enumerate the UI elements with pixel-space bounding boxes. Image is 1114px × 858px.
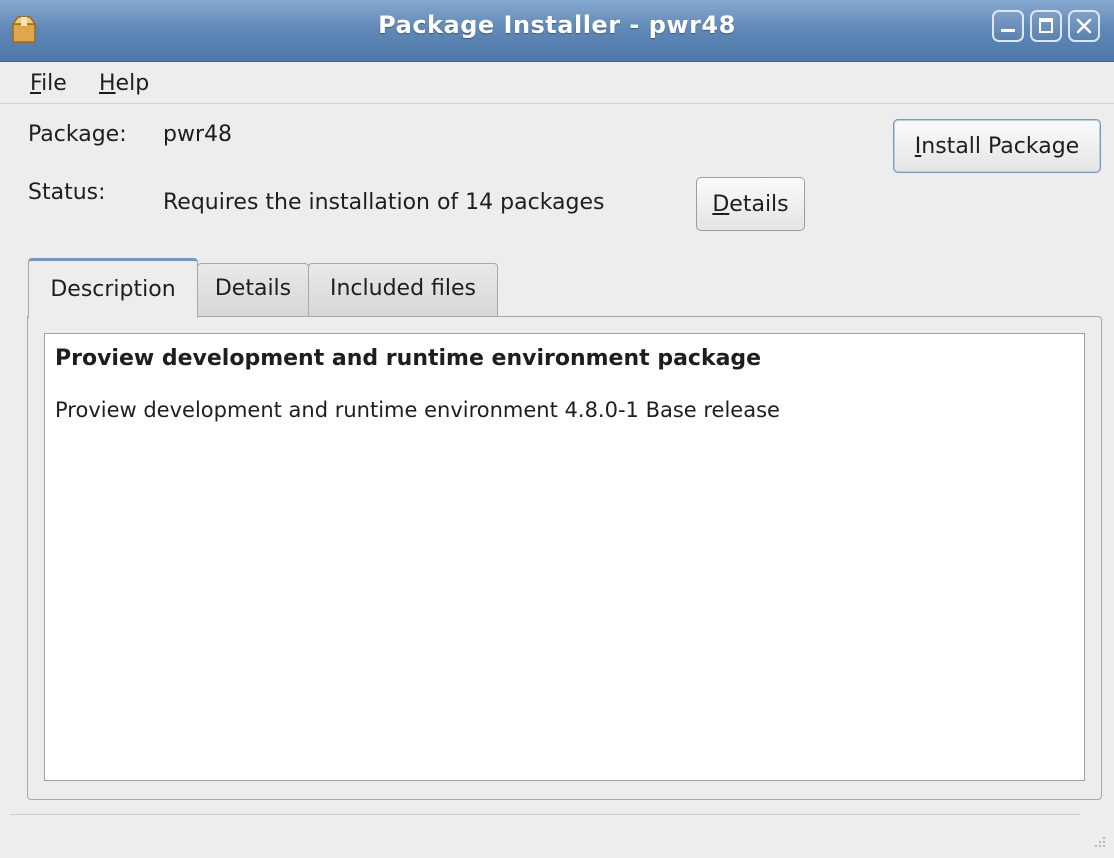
package-label: Package: xyxy=(28,122,127,147)
resize-grip-icon[interactable] xyxy=(1088,830,1108,850)
install-label: nstall Package xyxy=(921,133,1080,159)
title-bar[interactable]: Package Installer - pwr48 xyxy=(0,0,1114,62)
window-title: Package Installer - pwr48 xyxy=(378,11,736,39)
details-label: etails xyxy=(729,191,789,217)
menu-help[interactable]: Help xyxy=(97,67,151,100)
menu-file-mnemonic: F xyxy=(30,71,42,96)
status-label: Status: xyxy=(28,180,106,205)
close-button[interactable] xyxy=(1068,10,1100,42)
details-button[interactable]: Details xyxy=(696,177,805,231)
menu-file[interactable]: File xyxy=(28,67,69,100)
description-textview[interactable]: Proview development and runtime environm… xyxy=(44,333,1085,781)
statusbar-separator xyxy=(10,814,1080,815)
maximize-button[interactable] xyxy=(1030,10,1062,42)
menu-file-label: ile xyxy=(41,71,67,96)
maximize-icon xyxy=(1039,18,1053,33)
description-title: Proview development and runtime environm… xyxy=(55,346,762,371)
details-mnemonic: D xyxy=(712,191,730,217)
package-name: pwr48 xyxy=(163,122,232,147)
minimize-button[interactable] xyxy=(992,10,1024,42)
menu-bar: File Help xyxy=(0,62,1114,104)
menu-help-label: elp xyxy=(115,71,150,96)
install-package-button[interactable]: Install Package xyxy=(893,119,1101,173)
package-installer-window: Package Installer - pwr48 File Help Pack… xyxy=(0,0,1114,858)
tab-included-files[interactable]: Included files xyxy=(308,263,498,317)
status-text: Requires the installation of 14 packages xyxy=(163,190,605,215)
tab-description[interactable]: Description xyxy=(28,258,198,318)
menu-help-mnemonic: H xyxy=(99,71,116,96)
description-body: Proview development and runtime environm… xyxy=(55,398,780,422)
tab-details[interactable]: Details xyxy=(197,263,309,317)
close-icon xyxy=(1076,18,1092,34)
minimize-icon xyxy=(1001,29,1015,32)
